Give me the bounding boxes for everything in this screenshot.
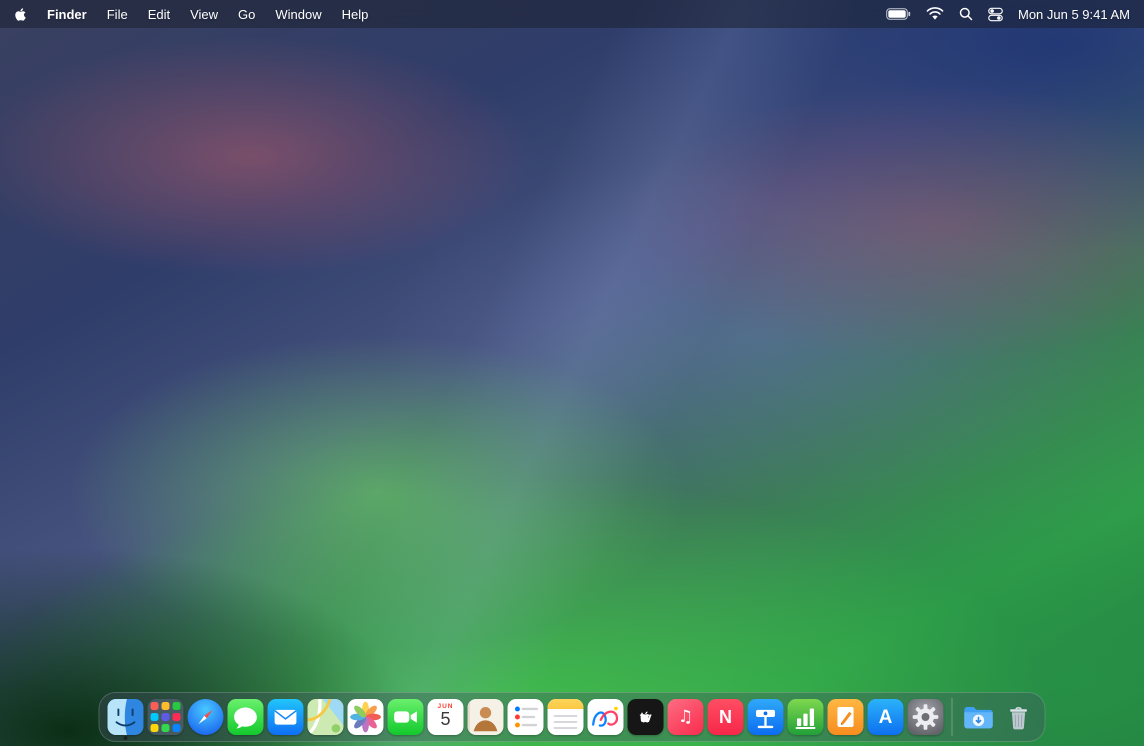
dock-item-pages[interactable] xyxy=(828,699,864,735)
dock-item-calendar[interactable]: JUN 5 xyxy=(428,699,464,735)
contacts-icon xyxy=(468,699,504,735)
facetime-icon xyxy=(388,699,424,735)
keynote-icon xyxy=(748,699,784,735)
maps-icon xyxy=(308,699,344,735)
dock-item-numbers[interactable] xyxy=(788,699,824,735)
launchpad-icon xyxy=(148,699,184,735)
dock-item-keynote[interactable] xyxy=(748,699,784,735)
apple-logo-icon xyxy=(14,7,27,22)
dock-item-news[interactable]: N xyxy=(708,699,744,735)
dock-item-music[interactable]: ♫ xyxy=(668,699,704,735)
dock-item-photos[interactable] xyxy=(348,699,384,735)
downloads-folder-icon xyxy=(961,699,997,735)
music-note-glyph: ♫ xyxy=(678,709,693,726)
dock-item-notes[interactable] xyxy=(548,699,584,735)
menu-bar: Finder File Edit View Go Window Help xyxy=(0,0,1144,28)
system-settings-icon xyxy=(908,699,944,735)
dock-item-mail[interactable] xyxy=(268,699,304,735)
dock-item-reminders[interactable] xyxy=(508,699,544,735)
news-letter-glyph: N xyxy=(719,708,732,726)
app-store-letter-glyph: A xyxy=(879,708,893,727)
calendar-icon: JUN 5 xyxy=(428,699,464,735)
freeform-icon xyxy=(588,699,624,735)
dock-item-freeform[interactable] xyxy=(588,699,624,735)
menu-item-help[interactable]: Help xyxy=(342,7,369,22)
news-icon: N xyxy=(708,699,744,735)
menu-item-go[interactable]: Go xyxy=(238,7,255,22)
menu-item-window[interactable]: Window xyxy=(275,7,321,22)
dock-item-launchpad[interactable] xyxy=(148,699,184,735)
apple-menu[interactable] xyxy=(14,7,27,22)
dock-item-tv[interactable]: tv xyxy=(628,699,664,735)
dock-divider xyxy=(952,698,953,736)
dock-item-facetime[interactable] xyxy=(388,699,424,735)
dock-item-contacts[interactable] xyxy=(468,699,504,735)
control-center-icon[interactable] xyxy=(988,7,1003,22)
trash-icon xyxy=(1001,699,1037,735)
dock-item-finder[interactable] xyxy=(108,699,144,735)
dock-item-maps[interactable] xyxy=(308,699,344,735)
messages-icon xyxy=(228,699,264,735)
menu-bar-status: Mon Jun 5 9:41 AM xyxy=(886,7,1130,22)
dock-item-trash[interactable] xyxy=(1001,699,1037,735)
menu-item-finder[interactable]: Finder xyxy=(47,7,87,22)
desktop: Finder File Edit View Go Window Help xyxy=(0,0,1144,746)
search-icon[interactable] xyxy=(959,7,973,21)
dock-item-downloads[interactable] xyxy=(961,699,997,735)
dock-item-messages[interactable] xyxy=(228,699,264,735)
safari-icon xyxy=(188,699,224,735)
reminders-icon xyxy=(508,699,544,735)
tv-logo-text: tv xyxy=(640,710,651,724)
dock-item-safari[interactable] xyxy=(188,699,224,735)
menu-bar-left: Finder File Edit View Go Window Help xyxy=(14,7,368,22)
app-store-icon: A xyxy=(868,699,904,735)
numbers-icon xyxy=(788,699,824,735)
menu-item-file[interactable]: File xyxy=(107,7,128,22)
photos-icon xyxy=(348,699,384,735)
music-icon: ♫ xyxy=(668,699,704,735)
mail-icon xyxy=(268,699,304,735)
dock-item-system-settings[interactable] xyxy=(908,699,944,735)
menu-bar-clock[interactable]: Mon Jun 5 9:41 AM xyxy=(1018,7,1130,22)
finder-icon xyxy=(108,699,144,735)
dock-item-app-store[interactable]: A xyxy=(868,699,904,735)
menu-item-view[interactable]: View xyxy=(190,7,218,22)
pages-icon xyxy=(828,699,864,735)
battery-icon[interactable] xyxy=(886,8,911,20)
wifi-icon[interactable] xyxy=(926,7,944,21)
running-indicator xyxy=(124,736,128,740)
tv-icon: tv xyxy=(628,699,664,735)
calendar-day: 5 xyxy=(428,710,464,730)
wallpaper-highlight xyxy=(0,0,1144,746)
menu-item-edit[interactable]: Edit xyxy=(148,7,170,22)
dock: JUN 5 xyxy=(99,692,1046,742)
notes-icon xyxy=(548,699,584,735)
